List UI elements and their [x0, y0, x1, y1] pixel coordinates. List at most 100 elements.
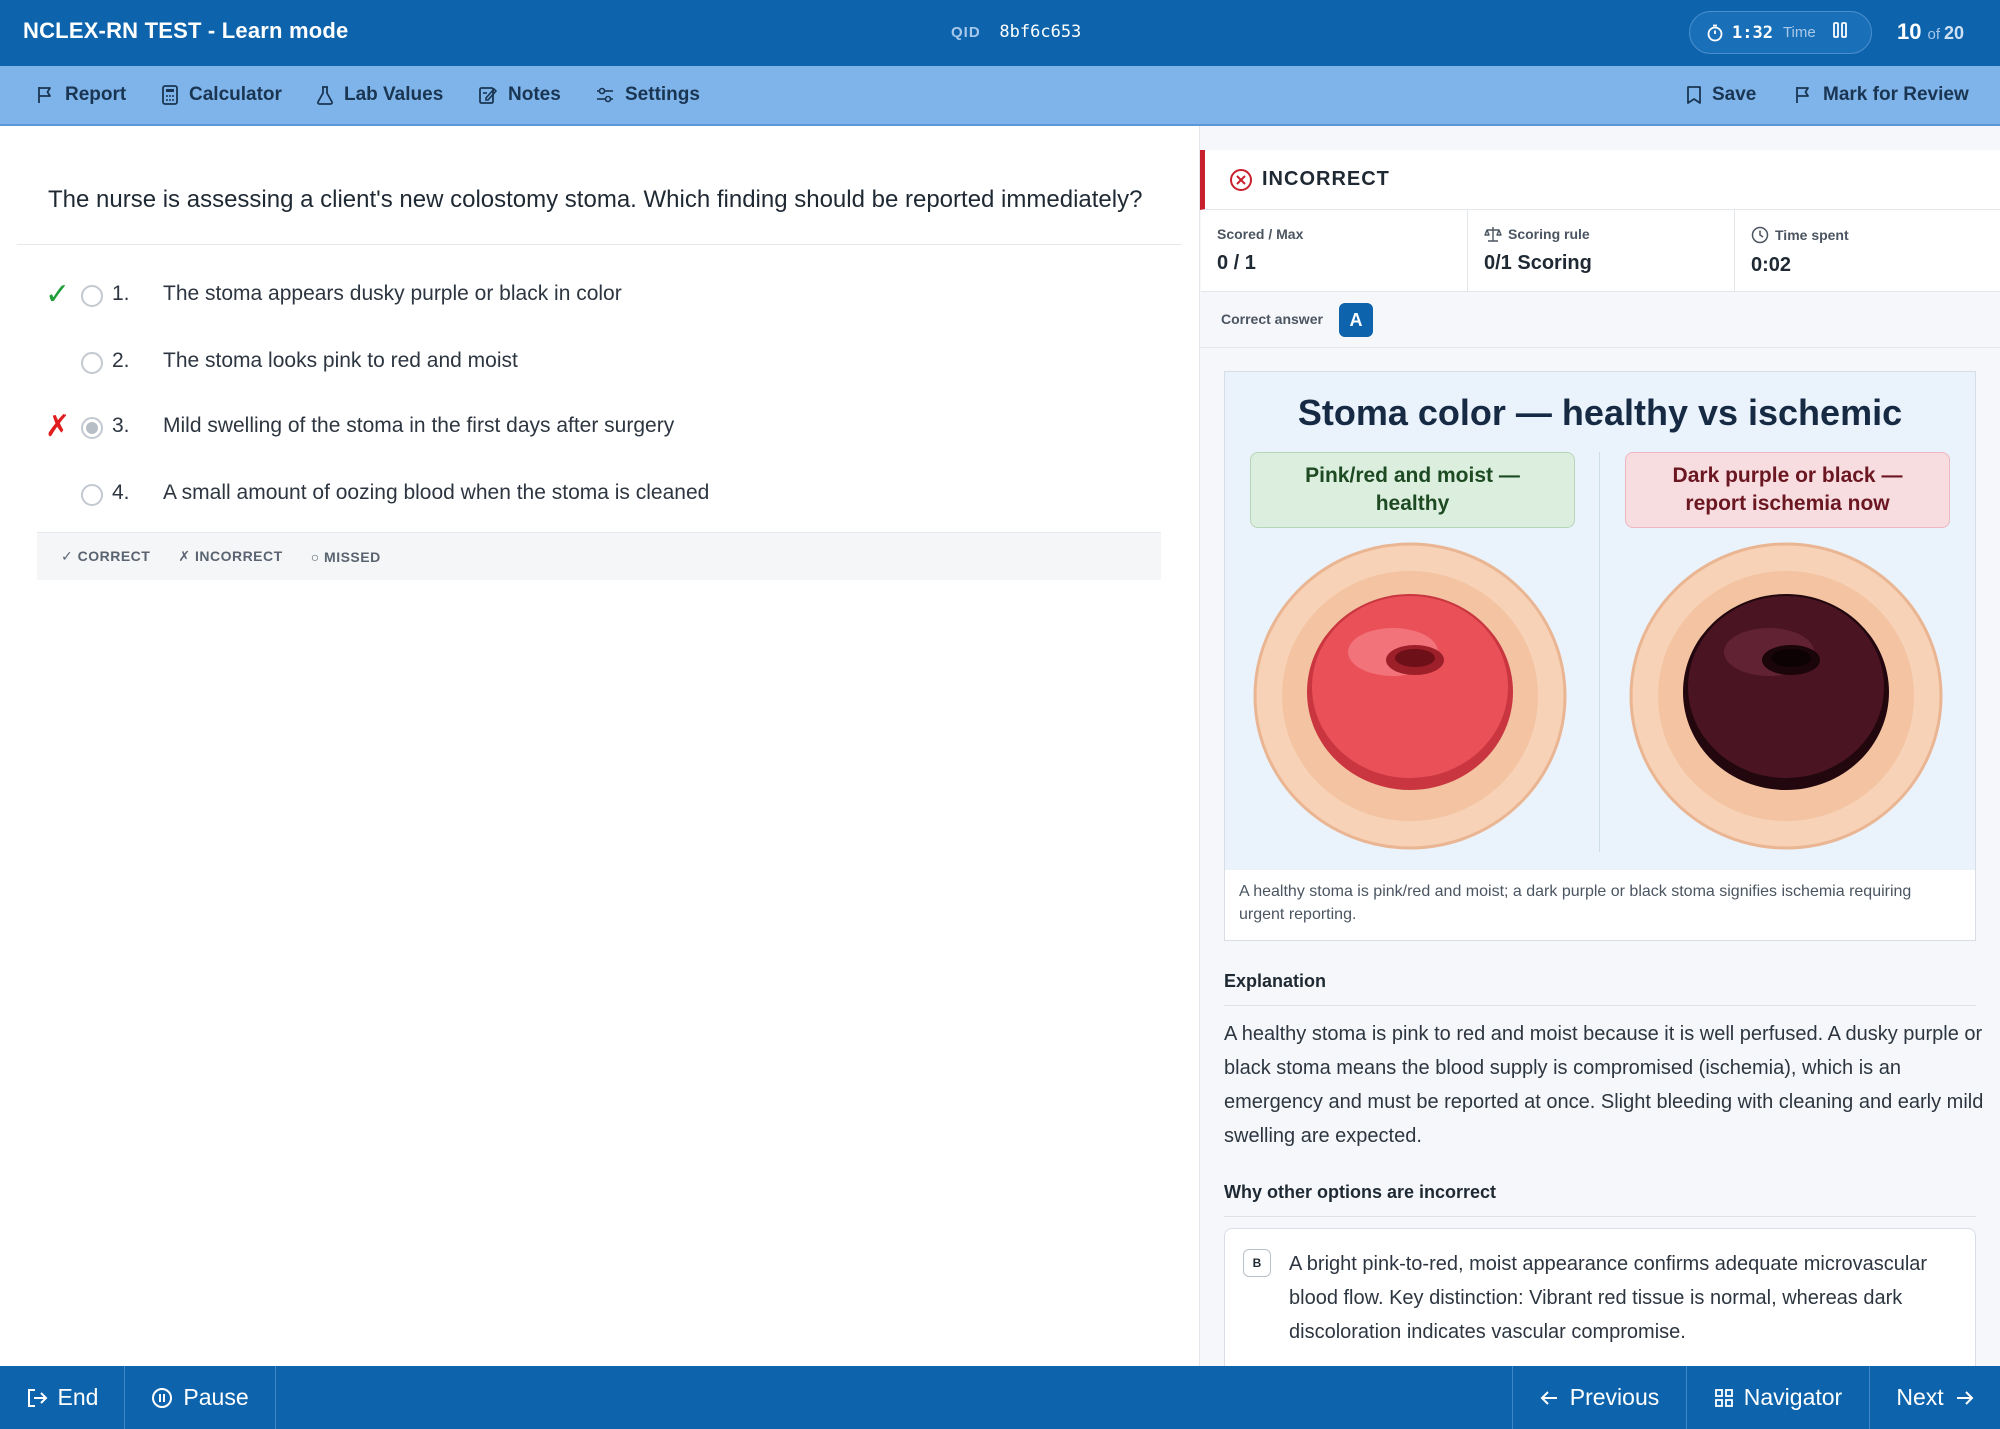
pause-button[interactable]: Pause — [125, 1366, 275, 1429]
report-button[interactable]: Report — [35, 84, 126, 106]
navigator-button[interactable]: Navigator — [1687, 1366, 1869, 1429]
option-text: The stoma appears dusky purple or black … — [163, 282, 622, 305]
previous-button[interactable]: Previous — [1513, 1366, 1686, 1429]
timer-label: Time — [1782, 24, 1816, 41]
answer-option-1[interactable]: ✓ 1. The stoma appears dusky purple or b… — [0, 275, 1180, 315]
answer-option-2[interactable]: 2. The stoma looks pink to red and moist — [0, 342, 1180, 382]
settings-button[interactable]: Settings — [595, 84, 700, 106]
option-radio-selected[interactable] — [81, 417, 103, 439]
option-text: Mild swelling of the stoma in the first … — [163, 414, 675, 437]
stat-scoring-rule: Scoring rule 0/1 Scoring — [1468, 210, 1735, 291]
question-stem: The nurse is assessing a client's new co… — [48, 186, 1143, 213]
divider — [275, 1366, 276, 1429]
top-header: NCLEX-RN TEST - Learn mode QID 8bf6c653 … — [0, 0, 2000, 66]
calculator-icon — [162, 85, 178, 105]
save-button[interactable]: Save — [1686, 84, 1756, 106]
calculator-button[interactable]: Calculator — [161, 84, 282, 106]
qid-label: QID — [951, 24, 981, 41]
answer-option-3[interactable]: ✗ 3. Mild swelling of the stoma in the f… — [0, 407, 1180, 447]
correct-mark: ✓ — [45, 278, 71, 311]
time-value: 0:02 — [1751, 254, 1792, 276]
notes-button[interactable]: Notes — [478, 84, 561, 106]
previous-label: Previous — [1569, 1384, 1660, 1410]
notes-icon — [479, 87, 498, 104]
why-incorrect-text: A bright pink-to-red, moist appearance c… — [1289, 1253, 1928, 1343]
toolbar: Report Calculator Lab Values Notes Setti… — [0, 66, 2000, 126]
scored-label: Scored / Max — [1217, 226, 1304, 242]
rule-value: 0/1 Scoring — [1484, 252, 1592, 274]
figure-title: Stoma color — healthy vs ischemic — [1297, 392, 1903, 433]
answer-legend: ✓ CORRECT ✗ INCORRECT ○ MISSED — [37, 532, 1161, 580]
timer[interactable]: 1:32 Time — [1689, 11, 1872, 54]
time-label: Time spent — [1775, 227, 1849, 243]
flag-icon — [38, 87, 51, 103]
bookmark-icon — [1687, 86, 1701, 104]
incorrect-mark: ✗ — [45, 410, 71, 443]
result-header: INCORRECT — [1200, 150, 2000, 210]
x-circle-icon — [1230, 169, 1252, 191]
calculator-label: Calculator — [189, 84, 282, 105]
arrow-left-icon — [1540, 1390, 1557, 1405]
explanation-panel[interactable]: INCORRECT Scored / Max 0 / 1 Scoring rul… — [1199, 126, 2000, 1378]
result-status: INCORRECT — [1262, 168, 1390, 190]
legend-incorrect: ✗ INCORRECT — [178, 548, 283, 564]
stoma-illustration: Stoma color — healthy vs ischemic Pink/r… — [1225, 372, 1975, 870]
stopwatch-icon — [1707, 24, 1723, 41]
exit-icon — [27, 1388, 47, 1407]
question-total: 20 — [1944, 23, 1965, 43]
stat-scored: Scored / Max 0 / 1 — [1201, 210, 1468, 291]
explanation-heading: Explanation — [1224, 971, 1327, 991]
end-button[interactable]: End — [0, 1366, 124, 1429]
figure-divider — [1599, 452, 1600, 852]
settings-label: Settings — [625, 84, 700, 105]
arrow-right-icon — [1956, 1390, 1974, 1405]
next-label: Next — [1896, 1384, 1944, 1410]
ischemic-label-box: Dark purple or black — report ischemia n… — [1625, 452, 1950, 528]
bottom-navigation-bar: End Pause Previous Navigator Next — [0, 1366, 2000, 1429]
answer-option-4[interactable]: 4. A small amount of oozing blood when t… — [0, 474, 1180, 514]
option-number: 2. — [112, 349, 130, 372]
clock-icon — [1751, 226, 1769, 244]
option-number: 3. — [112, 414, 130, 437]
stat-time-spent: Time spent 0:02 — [1735, 210, 2000, 291]
figure-caption: A healthy stoma is pink/red and moist; a… — [1239, 883, 1912, 923]
lab-values-button[interactable]: Lab Values — [316, 84, 443, 106]
option-radio[interactable] — [81, 484, 103, 506]
question-id: QID 8bf6c653 — [951, 22, 1081, 42]
option-radio[interactable] — [81, 285, 103, 307]
score-stats: Scored / Max 0 / 1 Scoring rule 0/1 Scor… — [1201, 210, 2000, 292]
why-incorrect-heading: Why other options are incorrect — [1224, 1182, 1497, 1202]
sliders-icon — [597, 87, 613, 103]
divider — [1224, 1005, 1976, 1006]
correct-answer-badge: A — [1339, 303, 1373, 337]
option-radio[interactable] — [81, 352, 103, 374]
notes-label: Notes — [508, 84, 561, 105]
correct-answer-label: Correct answer — [1221, 311, 1323, 327]
option-text: The stoma looks pink to red and moist — [163, 349, 518, 372]
pause-circle-icon — [152, 1387, 173, 1408]
qid-value: 8bf6c653 — [999, 22, 1082, 42]
ischemic-label-line-1: Dark purple or black — — [1672, 464, 1903, 487]
end-label: End — [57, 1384, 99, 1410]
mark-for-review-button[interactable]: Mark for Review — [1793, 84, 1969, 106]
question-counter: 10 of 20 — [1897, 19, 1964, 45]
question-number: 10 — [1897, 19, 1922, 44]
healthy-stoma-drawing — [1253, 542, 1567, 850]
mark-for-review-label: Mark for Review — [1823, 84, 1969, 105]
option-text: A small amount of oozing blood when the … — [163, 481, 710, 504]
explanation-text: A healthy stoma is pink to red and moist… — [1224, 1023, 1984, 1147]
legend-missed: ○ MISSED — [310, 548, 381, 565]
flask-icon — [317, 86, 333, 105]
flag-icon — [1796, 87, 1809, 103]
scored-value: 0 / 1 — [1217, 252, 1256, 274]
divider — [17, 244, 1182, 245]
lab-values-label: Lab Values — [344, 84, 444, 105]
save-label: Save — [1712, 84, 1757, 105]
healthy-label-line-1: Pink/red and moist — — [1305, 464, 1520, 487]
explanation-figure: Stoma color — healthy vs ischemic Pink/r… — [1224, 371, 1976, 941]
navigator-label: Navigator — [1743, 1384, 1843, 1410]
timer-pause-icon[interactable] — [1832, 21, 1848, 44]
next-button[interactable]: Next — [1870, 1366, 2000, 1429]
divider — [1224, 1216, 1976, 1217]
timer-value: 1:32 — [1732, 22, 1773, 43]
